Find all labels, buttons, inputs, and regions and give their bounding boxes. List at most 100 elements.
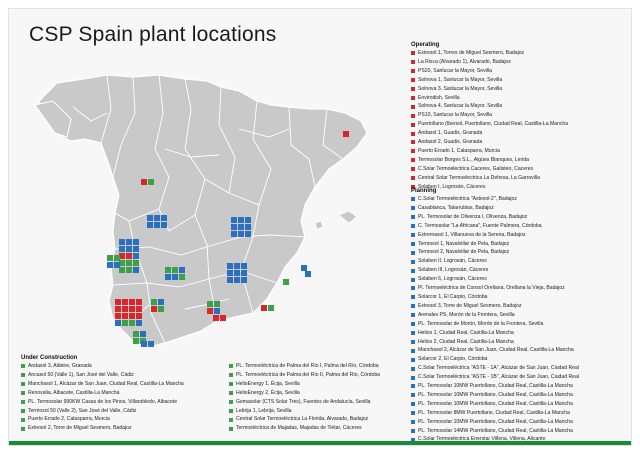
construction-item-label: PL. Termosolar 990KW Casas de los Pinos,… <box>28 398 178 405</box>
planning-item-label: Manchasol 2, Alcázar de San Juan, Ciudad… <box>418 347 574 354</box>
planning-item: PL. Termosolar 10MW Puertollano, Ciudad … <box>411 418 579 427</box>
plant-marker <box>158 299 164 305</box>
legend-swatch-icon <box>411 215 415 220</box>
construction-item: PL. Termosolar 990KW Casas de los Pinos,… <box>21 398 221 407</box>
planning-item: Arenales PS, Morón de la Frontera, Sevil… <box>411 311 579 320</box>
plant-marker <box>234 277 240 283</box>
operating-item-label: PS10, Sanlucar la Mayor, Sevilla <box>418 112 492 119</box>
plant-marker <box>231 217 237 223</box>
legend-swatch-icon <box>21 373 25 378</box>
plant-marker <box>227 263 233 269</box>
construction-item-label: PL. Termoeléctrica de Palma del Río II, … <box>236 371 381 378</box>
legend-swatch-icon <box>21 391 25 396</box>
legend-swatch-icon <box>229 408 233 413</box>
plant-marker <box>126 239 132 245</box>
plant-marker <box>268 305 274 311</box>
plant-marker <box>136 299 142 305</box>
legend-swatch-icon <box>411 176 415 181</box>
operating-item-label: Andasol 1, Guadix, Granada <box>418 130 483 137</box>
planning-item: Solarcor 1, El Carpio, Córdoba <box>411 293 579 302</box>
plant-marker <box>126 246 132 252</box>
plant-marker <box>129 320 135 326</box>
planning-item-label: PL. Termosolar 14MW Puertollano, Ciudad … <box>418 427 573 434</box>
legend-swatch-icon <box>21 382 25 387</box>
plant-marker <box>141 179 147 185</box>
legend-swatch-icon <box>229 400 233 405</box>
legend-swatch-icon <box>411 304 415 309</box>
construction-item-label: Ancasol 50 (Valle 1), San José del Valle… <box>28 371 134 378</box>
plant-marker <box>136 313 142 319</box>
planning-item-label: PL. Termosolar de Morón, Morón de la Fro… <box>418 320 544 327</box>
plant-marker <box>133 338 139 344</box>
construction-item: HelioEnergy 2, Écija, Sevilla <box>229 389 407 398</box>
plant-marker <box>231 224 237 230</box>
plant-marker <box>207 308 213 314</box>
legend-swatch-icon <box>229 426 233 431</box>
plant-marker <box>107 255 113 261</box>
legend-swatch-icon <box>411 339 415 344</box>
legend-swatch-icon <box>411 286 415 291</box>
planning-item: PL. Termosolar 10MW Puertollano, Ciudad … <box>411 400 579 409</box>
plant-marker <box>154 215 160 221</box>
plant-marker <box>214 308 220 314</box>
planning-item-label: PL. Termosolar 8MW Puertollano, Ciudad R… <box>418 409 570 416</box>
planning-item-label: PL. Termosolar de Olivenza I, Olivenza, … <box>418 213 528 220</box>
plant-marker <box>136 306 142 312</box>
legend-swatch-icon <box>411 87 415 92</box>
plant-marker <box>141 341 147 347</box>
operating-item: Solnova 1, Sanlucar la Mayor, Sevilla <box>411 76 568 85</box>
plant-marker <box>140 331 146 337</box>
construction-item-label: Central Solar Termoeléctrica La Florida,… <box>236 416 369 423</box>
construction-item: Manchasol 1, Alcázar de San Juan, Ciudad… <box>21 380 221 389</box>
operating-list: Extresol 1, Torres de Miguel Sesmero, Ba… <box>411 49 568 192</box>
plant-marker <box>172 274 178 280</box>
operating-item-label: Central Solar Termoelectrica La Dehesa, … <box>418 174 540 181</box>
legend-swatch-icon <box>411 167 415 172</box>
planning-item: Termosol 1, Navalvillar de Pela, Badajoz <box>411 240 579 249</box>
plant-marker <box>114 262 120 268</box>
plant-marker <box>129 306 135 312</box>
operating-heading: Operating <box>411 42 440 48</box>
plant-marker <box>227 270 233 276</box>
operating-item: Andasol 1, Guadix, Granada <box>411 129 568 138</box>
legend-swatch-icon <box>411 140 415 145</box>
plant-marker <box>158 306 164 312</box>
operating-item: PS20, Sanlucar la Mayor, Sevilla <box>411 67 568 76</box>
operating-item-label: Termosolar Borges S.L., Aigües Blanques,… <box>418 156 529 163</box>
operating-item: Termosolar Borges S.L., Aigües Blanques,… <box>411 156 568 165</box>
plant-marker <box>245 217 251 223</box>
legend-swatch-icon <box>411 158 415 163</box>
plant-marker <box>126 267 132 273</box>
legend-swatch-icon <box>411 69 415 74</box>
plant-marker <box>165 267 171 273</box>
legend-swatch-icon <box>229 382 233 387</box>
planning-item: Pl. Termoeléctrica de Consol Orellana, O… <box>411 284 579 293</box>
plant-marker <box>161 222 167 228</box>
legend-swatch-icon <box>411 393 415 398</box>
operating-item-label: Puerto Errado 1, Calasparra, Murcia <box>418 147 500 154</box>
plant-marker <box>305 271 311 277</box>
legend-swatch-icon <box>411 322 415 327</box>
plant-marker <box>122 313 128 319</box>
operating-item: Puerto Errado 1, Calasparra, Murcia <box>411 147 568 156</box>
planning-item: C.Solar Termoeléctrica "ASTE - 1A", Alcá… <box>411 364 579 373</box>
legend-swatch-icon <box>21 364 25 369</box>
plant-marker <box>133 246 139 252</box>
plant-marker <box>165 274 171 280</box>
operating-item-label: La Risca (Alvarado 1), Alvarado, Badajoz <box>418 58 511 65</box>
operating-item-label: Puertollano (Ibersol, Puertollano, Ciuda… <box>418 121 569 128</box>
plant-marker <box>238 217 244 223</box>
plant-marker <box>122 299 128 305</box>
operating-item-label: PS20, Sanlucar la Mayor, Sevilla <box>418 67 492 74</box>
plant-marker <box>122 306 128 312</box>
plant-marker <box>231 231 237 237</box>
construction-item-label: Termoeléctrica de Majadas, Majadas de Ti… <box>236 425 362 432</box>
spain-map <box>34 74 368 348</box>
legend-swatch-icon <box>21 417 25 422</box>
operating-item: Solnova 3, Sanlucar la Mayor, Sevilla <box>411 85 568 94</box>
legend-swatch-icon <box>411 268 415 273</box>
planning-item-label: Arenales PS, Morón de la Frontera, Sevil… <box>418 311 515 318</box>
legend-swatch-icon <box>229 417 233 422</box>
under-construction-list-2: PL. Termoeléctrica de Palma del Río I, P… <box>229 362 407 433</box>
planning-item-label: Helios 2, Ciudad Real, Castilla-La Manch… <box>418 338 514 345</box>
